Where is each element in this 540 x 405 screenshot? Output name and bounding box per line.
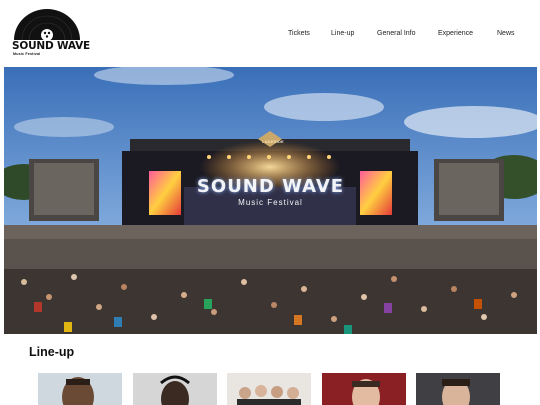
artist-card-4[interactable]: [322, 373, 406, 405]
artist-photo-4: [322, 373, 406, 405]
nav-item-lineup[interactable]: Line-up: [331, 30, 354, 37]
hero-screen-subtitle: Music Festival: [238, 198, 303, 207]
main-nav: Tickets Line-up General Info Experience …: [0, 30, 540, 42]
artist-photo-5: [416, 373, 500, 405]
hero-screen-title: SOUND WAVE: [196, 176, 345, 197]
nav-item-news[interactable]: News: [497, 30, 515, 37]
nav-item-tickets[interactable]: Tickets: [288, 30, 310, 37]
brand-tagline: Music Festival: [13, 52, 41, 56]
stage-sign: LAKESIDE: [262, 139, 284, 144]
hero-banner: LAKESIDE SOUND WAVE Music Festival: [4, 67, 537, 334]
artist-card-2[interactable]: [133, 373, 217, 405]
artist-photo-3: [227, 373, 311, 405]
nav-item-experience[interactable]: Experience: [438, 30, 473, 37]
artist-photo-2: [133, 373, 217, 405]
brand-name: SOUND WAVE: [12, 40, 90, 52]
artist-card-3[interactable]: [227, 373, 311, 405]
artist-card-1[interactable]: [38, 373, 122, 405]
lineup-heading: Line-up: [29, 345, 75, 359]
artist-card-5[interactable]: [416, 373, 500, 405]
artist-photo-1: [38, 373, 122, 405]
nav-item-general-info[interactable]: General Info: [377, 30, 416, 37]
site-header: SOUND WAVE Music Festival Tickets Line-u…: [0, 0, 540, 67]
